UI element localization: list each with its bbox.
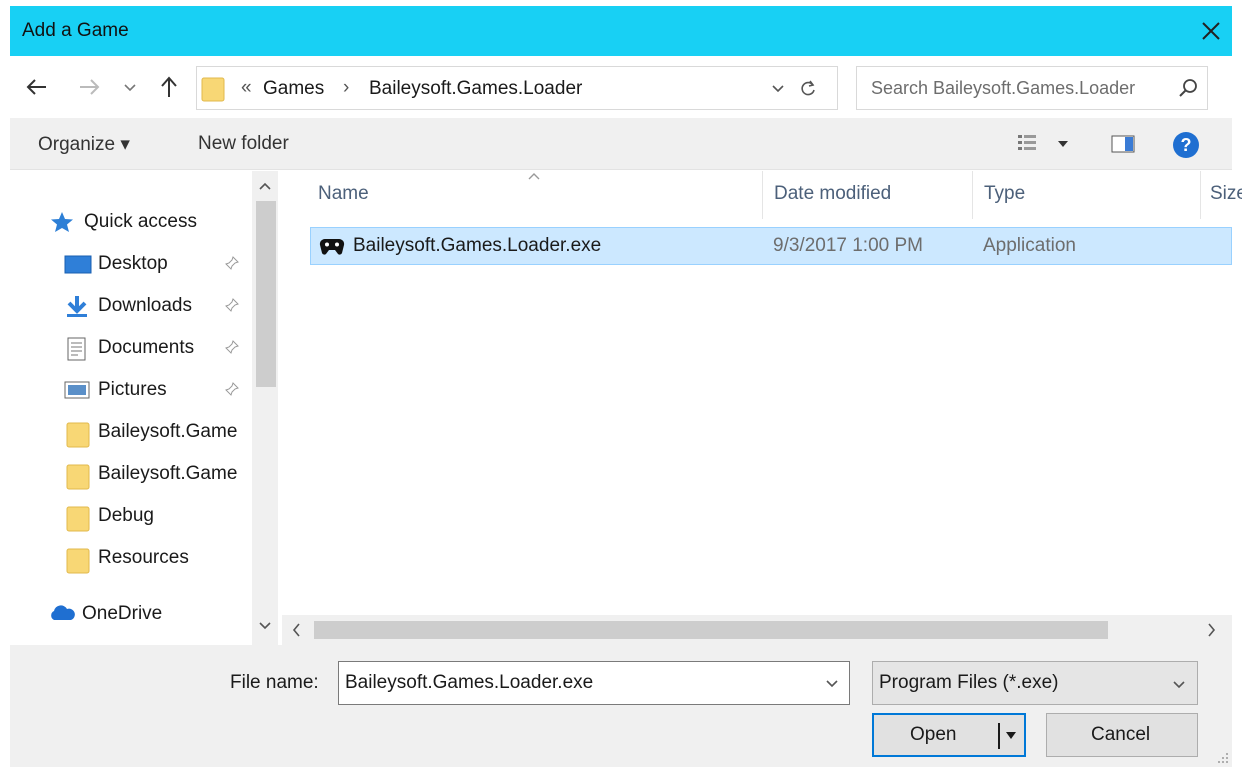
downloads-icon	[64, 295, 88, 317]
breadcrumb-overflow[interactable]: «	[241, 77, 252, 99]
folder-icon	[201, 75, 225, 108]
folder-icon	[66, 505, 90, 532]
nav-item-label: Debug	[98, 505, 154, 526]
cancel-button[interactable]: Cancel	[1046, 713, 1198, 757]
organize-button[interactable]: Organize ▾	[38, 133, 130, 156]
file-type-filter-value: Program Files (*.exe)	[879, 672, 1059, 693]
desktop-icon	[64, 253, 92, 275]
nav-item-label: Documents	[98, 337, 195, 358]
nav-item-label: Desktop	[98, 253, 168, 274]
pin-icon	[224, 297, 240, 318]
cancel-button-label: Cancel	[1091, 724, 1151, 745]
breadcrumb-games[interactable]: Games	[263, 78, 324, 100]
close-icon[interactable]	[1194, 14, 1228, 48]
nav-item-downloads[interactable]: Downloads	[10, 287, 250, 325]
pin-icon	[224, 339, 240, 360]
file-row[interactable]: Baileysoft.Games.Loader.exe 9/3/2017 1:0…	[310, 227, 1232, 265]
file-name-label: File name:	[230, 672, 319, 693]
recent-locations-chevron-icon[interactable]	[120, 74, 146, 100]
nav-onedrive-label: OneDrive	[82, 603, 163, 624]
view-options-icon[interactable]	[1016, 131, 1072, 162]
up-arrow-icon[interactable]	[156, 74, 182, 100]
file-name: Baileysoft.Games.Loader.exe	[353, 235, 602, 256]
nav-item-documents[interactable]: Documents	[10, 329, 250, 367]
folder-icon	[66, 547, 90, 574]
refresh-icon[interactable]	[797, 77, 819, 104]
open-button-label: Open	[910, 724, 957, 745]
nav-item-label: Resources	[98, 547, 189, 568]
column-header-size[interactable]: Size	[1210, 183, 1242, 205]
nav-quick-access[interactable]: Quick access	[10, 203, 250, 241]
nav-item-pictures[interactable]: Pictures	[10, 371, 250, 409]
pin-icon	[224, 255, 240, 276]
column-header-name[interactable]: Name	[318, 183, 369, 205]
command-bar: Organize ▾ New folder ?	[10, 118, 1232, 170]
address-bar[interactable]: « Games › Baileysoft.Games.Loader	[196, 66, 838, 110]
column-header-type[interactable]: Type	[984, 183, 1025, 205]
title-bar: Add a Game	[10, 6, 1232, 56]
file-scroll-thumb[interactable]	[314, 621, 1108, 639]
nav-item-resources[interactable]: Resources	[10, 539, 250, 577]
column-divider[interactable]	[1200, 171, 1201, 219]
new-folder-button[interactable]: New folder	[198, 133, 289, 155]
file-type-filter[interactable]: Program Files (*.exe)	[872, 661, 1198, 705]
nav-item-folder-1[interactable]: Baileysoft.Game	[10, 413, 250, 451]
navigation-bar: « Games › Baileysoft.Games.Loader Search…	[10, 56, 1232, 118]
star-icon	[50, 211, 74, 233]
column-divider[interactable]	[972, 171, 973, 219]
search-placeholder: Search Baileysoft.Games.Loader	[871, 78, 1136, 98]
file-type: Application	[983, 235, 1076, 256]
nav-onedrive[interactable]: OneDrive	[10, 595, 250, 633]
scroll-right-icon[interactable]	[1206, 621, 1218, 644]
forward-arrow-icon[interactable]	[76, 74, 102, 100]
nav-item-label: Pictures	[98, 379, 167, 400]
nav-item-folder-2[interactable]: Baileysoft.Game	[10, 455, 250, 493]
scroll-down-icon[interactable]	[258, 619, 272, 637]
nav-quick-access-label: Quick access	[84, 211, 197, 232]
resize-grip-icon[interactable]	[1216, 751, 1230, 770]
folder-icon	[66, 463, 90, 490]
documents-icon	[66, 337, 90, 361]
nav-scroll-thumb[interactable]	[256, 201, 276, 387]
nav-vertical-scrollbar[interactable]	[252, 171, 278, 645]
search-box[interactable]: Search Baileysoft.Games.Loader	[856, 66, 1208, 110]
nav-item-label: Downloads	[98, 295, 192, 316]
help-icon[interactable]: ?	[1172, 131, 1200, 164]
nav-item-debug[interactable]: Debug	[10, 497, 250, 535]
breadcrumb-loader[interactable]: Baileysoft.Games.Loader	[369, 78, 582, 100]
open-split-divider	[998, 723, 1000, 749]
open-dropdown-icon[interactable]	[1004, 729, 1018, 747]
window-title: Add a Game	[22, 20, 129, 41]
nav-item-desktop[interactable]: Desktop	[10, 245, 250, 283]
pin-icon	[224, 381, 240, 402]
file-date-modified: 9/3/2017 1:00 PM	[773, 235, 923, 256]
search-icon[interactable]	[1177, 77, 1199, 104]
sort-ascending-icon	[526, 169, 542, 187]
column-divider[interactable]	[762, 171, 763, 219]
scroll-up-icon[interactable]	[258, 179, 272, 197]
breadcrumb-separator[interactable]: ›	[343, 77, 349, 99]
navigation-pane: Quick access Desktop Downloads Documents	[10, 171, 280, 645]
file-name-input[interactable]	[338, 661, 850, 705]
column-header-date[interactable]: Date modified	[774, 183, 891, 205]
address-dropdown-icon[interactable]	[769, 79, 787, 102]
cloud-icon	[48, 603, 75, 625]
scroll-left-icon[interactable]	[290, 621, 302, 644]
open-button[interactable]: Open	[872, 713, 1026, 757]
back-arrow-icon[interactable]	[24, 74, 50, 100]
file-name-dropdown-icon[interactable]	[824, 677, 840, 696]
nav-item-label: Baileysoft.Game	[98, 463, 238, 484]
preview-pane-icon[interactable]	[1110, 131, 1136, 162]
pictures-icon	[64, 379, 90, 401]
folder-icon	[66, 421, 90, 448]
file-horizontal-scrollbar[interactable]	[282, 615, 1232, 645]
gamepad-icon	[319, 236, 345, 261]
file-list: Name Date modified Type Size Baileysoft.…	[282, 169, 1242, 645]
dialog-footer: File name: Program Files (*.exe) Open Ca…	[10, 645, 1232, 767]
chevron-down-icon[interactable]	[1171, 678, 1187, 697]
nav-item-label: Baileysoft.Game	[98, 421, 238, 442]
svg-text:?: ?	[1181, 135, 1192, 155]
